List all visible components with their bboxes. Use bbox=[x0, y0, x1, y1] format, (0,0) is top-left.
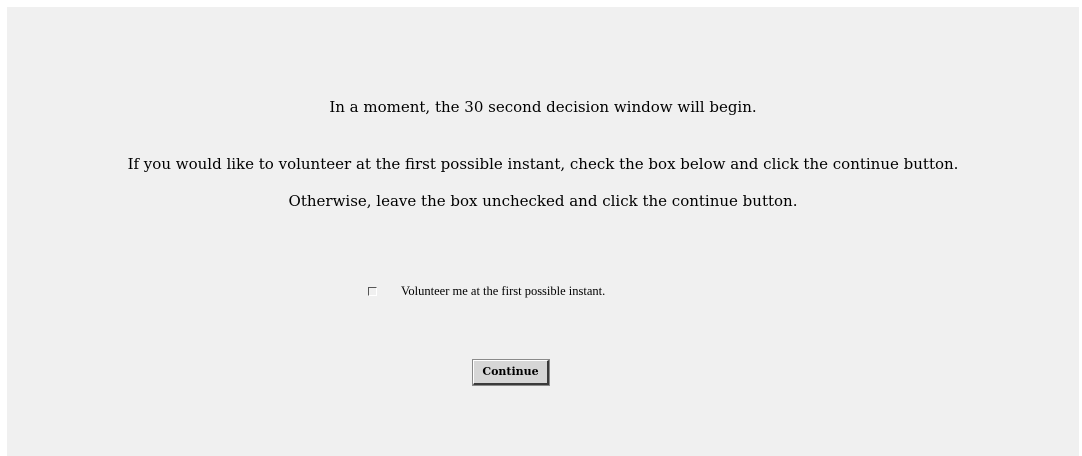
decision-page: In a moment, the 30 second decision wind… bbox=[7, 7, 1079, 456]
volunteer-checkbox-label: Volunteer me at the first possible insta… bbox=[401, 284, 606, 298]
continue-button[interactable]: Continue bbox=[472, 359, 550, 386]
instruction-line-otherwise: Otherwise, leave the box unchecked and c… bbox=[288, 192, 798, 210]
instruction-line-intro: In a moment, the 30 second decision wind… bbox=[329, 98, 757, 116]
volunteer-checkbox[interactable] bbox=[368, 287, 377, 296]
instruction-line-volunteer: If you would like to volunteer at the fi… bbox=[127, 155, 959, 173]
